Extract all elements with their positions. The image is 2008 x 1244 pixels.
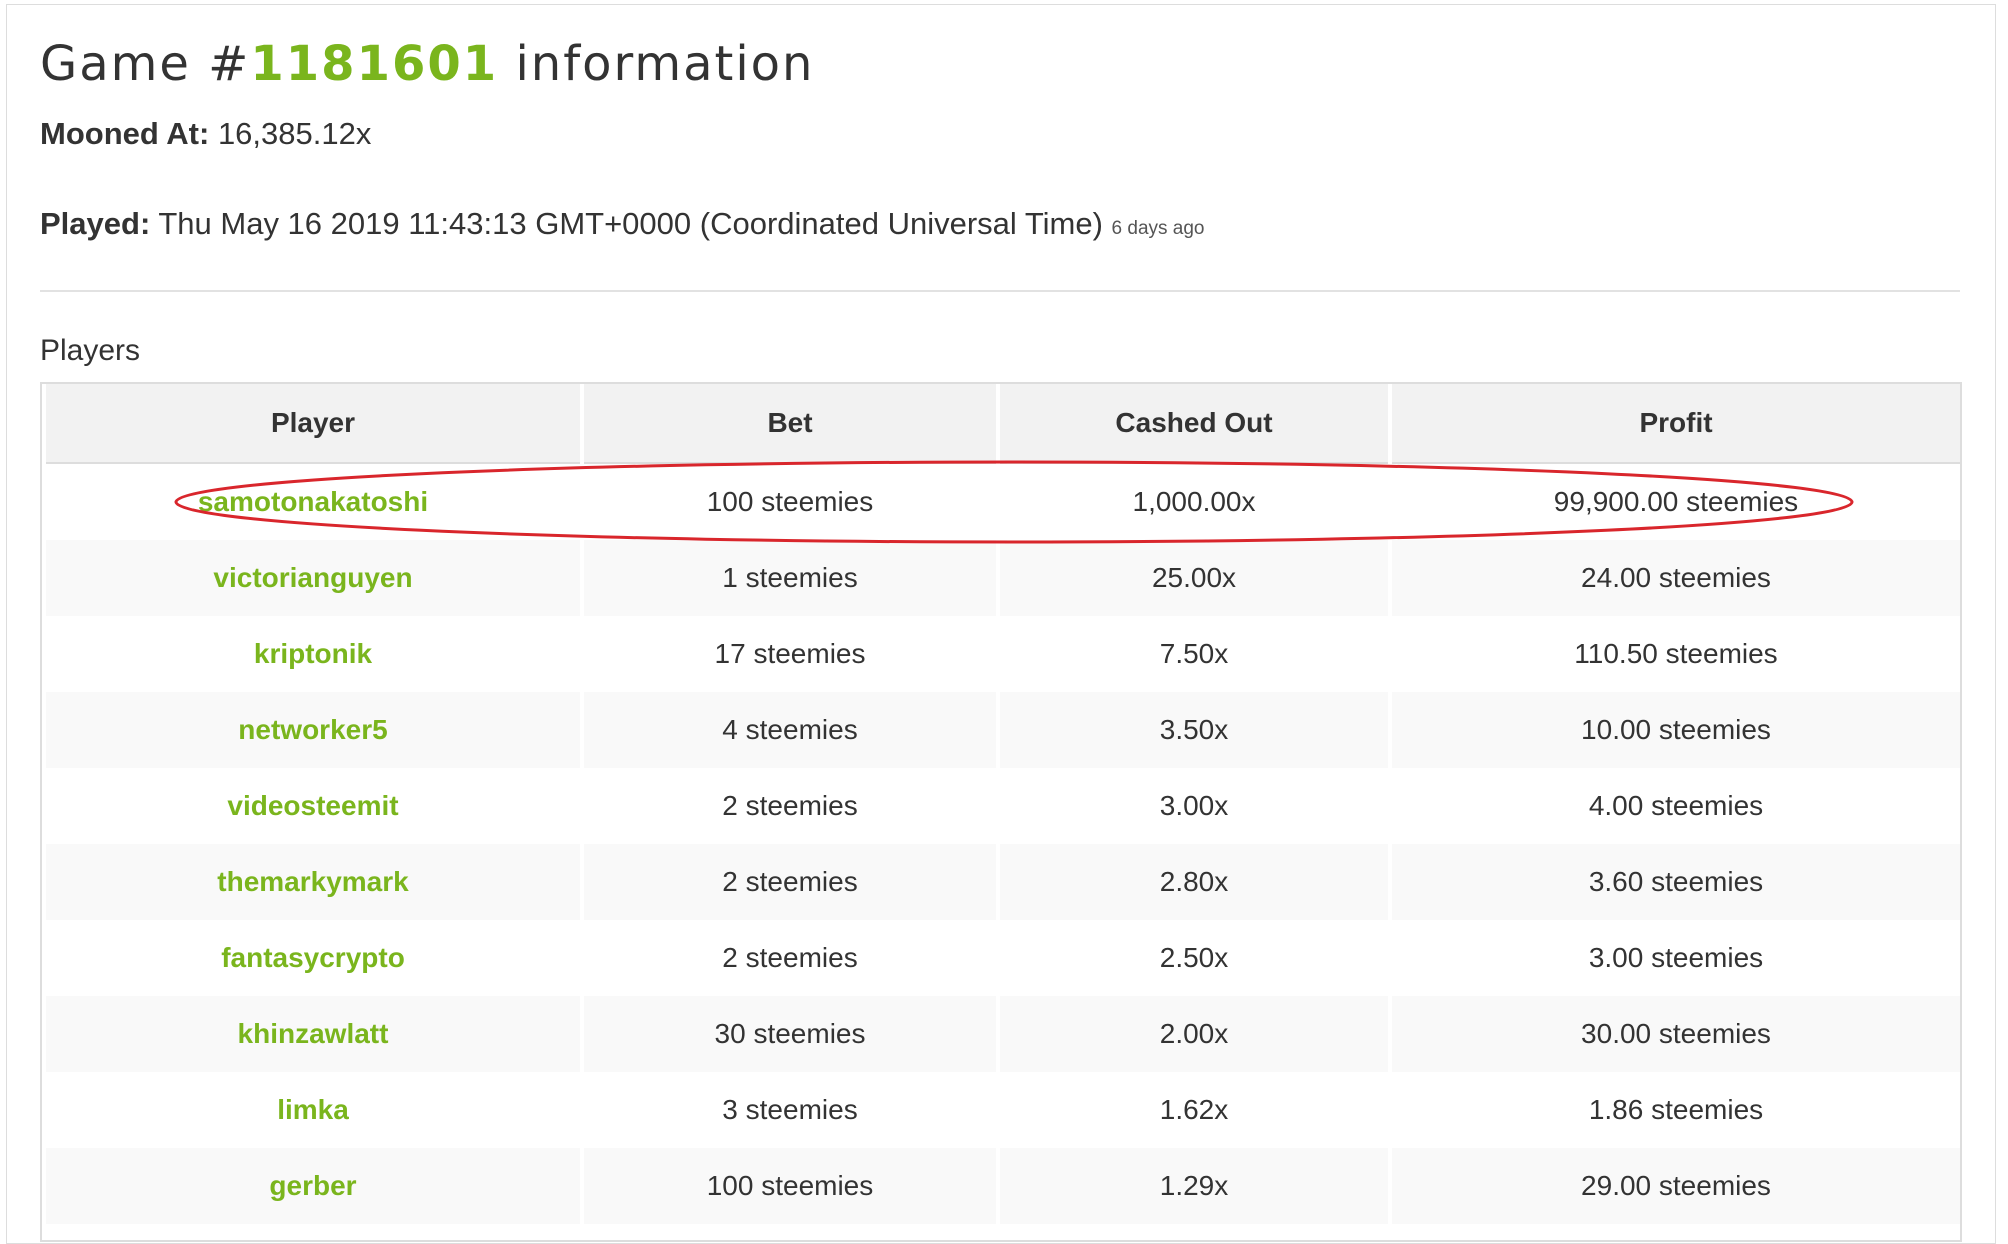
profit-cell: 110.50 steemies xyxy=(1392,616,1960,692)
profit-cell: 24.00 steemies xyxy=(1392,540,1960,616)
bet-cell: 30 steemies xyxy=(584,996,996,1072)
table-row: limka 3 steemies 1.62x 1.86 steemies xyxy=(46,1072,1960,1148)
player-cell: videosteemit xyxy=(46,768,580,844)
table-row: networker5 4 steemies 3.50x 10.00 steemi… xyxy=(46,692,1960,768)
column-header-bet[interactable]: Bet xyxy=(584,384,996,464)
player-cell: themarkymark xyxy=(46,844,580,920)
player-link[interactable]: samotonakatoshi xyxy=(198,486,428,517)
table-row: samotonakatoshi 100 steemies 1,000.00x 9… xyxy=(46,464,1960,540)
profit-cell: 30.00 steemies xyxy=(1392,996,1960,1072)
bet-cell: 2 steemies xyxy=(584,844,996,920)
profit-cell: 3.00 steemies xyxy=(1392,920,1960,996)
cashed-out-cell: 1.62x xyxy=(1000,1072,1388,1148)
table-row: videosteemit 2 steemies 3.00x 4.00 steem… xyxy=(46,768,1960,844)
table-row: victorianguyen 1 steemies 25.00x 24.00 s… xyxy=(46,540,1960,616)
played-relative-time: 6 days ago xyxy=(1111,218,1205,239)
bet-cell: 3 steemies xyxy=(584,1072,996,1148)
bet-cell: 2 steemies xyxy=(584,768,996,844)
title-prefix: Game # xyxy=(40,36,251,92)
player-link[interactable]: victorianguyen xyxy=(213,562,412,593)
profit-cell: 99,900.00 steemies xyxy=(1392,464,1960,540)
player-link[interactable]: themarkymark xyxy=(217,866,408,897)
played-value: Thu May 16 2019 11:43:13 GMT+0000 (Coord… xyxy=(158,206,1103,241)
cashed-out-cell: 2.50x xyxy=(1000,920,1388,996)
players-table: Player Bet Cashed Out Profit samotonakat… xyxy=(42,384,1960,1224)
cashed-out-cell: 25.00x xyxy=(1000,540,1388,616)
table-row: gerber 100 steemies 1.29x 29.00 steemies xyxy=(46,1148,1960,1224)
player-cell: gerber xyxy=(46,1148,580,1224)
bet-cell: 1 steemies xyxy=(584,540,996,616)
section-divider xyxy=(40,290,1960,292)
bet-cell: 100 steemies xyxy=(584,1148,996,1224)
table-row: kriptonik 17 steemies 7.50x 110.50 steem… xyxy=(46,616,1960,692)
player-cell: samotonakatoshi xyxy=(46,464,580,540)
column-header-cashed-out[interactable]: Cashed Out xyxy=(1000,384,1388,464)
player-link[interactable]: khinzawlatt xyxy=(238,1018,389,1049)
mooned-at-line: Mooned At: 16,385.12x xyxy=(40,116,371,152)
player-cell: limka xyxy=(46,1072,580,1148)
player-link[interactable]: kriptonik xyxy=(254,638,372,669)
players-section-title: Players xyxy=(40,334,141,367)
profit-cell: 4.00 steemies xyxy=(1392,768,1960,844)
player-link[interactable]: videosteemit xyxy=(227,790,398,821)
bet-cell: 2 steemies xyxy=(584,920,996,996)
played-line: Played: Thu May 16 2019 11:43:13 GMT+000… xyxy=(40,206,1205,242)
table-row: fantasycrypto 2 steemies 2.50x 3.00 stee… xyxy=(46,920,1960,996)
table-row: khinzawlatt 30 steemies 2.00x 30.00 stee… xyxy=(46,996,1960,1072)
player-link[interactable]: networker5 xyxy=(238,714,387,745)
cashed-out-cell: 2.00x xyxy=(1000,996,1388,1072)
column-header-profit[interactable]: Profit xyxy=(1392,384,1960,464)
bet-cell: 17 steemies xyxy=(584,616,996,692)
profit-cell: 3.60 steemies xyxy=(1392,844,1960,920)
player-link[interactable]: fantasycrypto xyxy=(221,942,405,973)
game-id: 1181601 xyxy=(250,36,499,92)
player-cell: khinzawlatt xyxy=(46,996,580,1072)
cashed-out-cell: 1.29x xyxy=(1000,1148,1388,1224)
players-table-container: Player Bet Cashed Out Profit samotonakat… xyxy=(40,382,1962,1242)
title-suffix: information xyxy=(515,36,815,92)
profit-cell: 29.00 steemies xyxy=(1392,1148,1960,1224)
player-link[interactable]: gerber xyxy=(269,1170,356,1201)
profit-cell: 1.86 steemies xyxy=(1392,1072,1960,1148)
player-cell: victorianguyen xyxy=(46,540,580,616)
player-link[interactable]: limka xyxy=(277,1094,349,1125)
cashed-out-cell: 2.80x xyxy=(1000,844,1388,920)
cashed-out-cell: 1,000.00x xyxy=(1000,464,1388,540)
mooned-at-label: Mooned At: xyxy=(40,116,210,151)
player-cell: networker5 xyxy=(46,692,580,768)
mooned-at-value: 16,385.12x xyxy=(217,116,372,151)
cashed-out-cell: 7.50x xyxy=(1000,616,1388,692)
player-cell: fantasycrypto xyxy=(46,920,580,996)
table-row: themarkymark 2 steemies 2.80x 3.60 steem… xyxy=(46,844,1960,920)
page-title: Game #1181601 information xyxy=(40,36,814,92)
column-header-player[interactable]: Player xyxy=(46,384,580,464)
bet-cell: 4 steemies xyxy=(584,692,996,768)
player-cell: kriptonik xyxy=(46,616,580,692)
cashed-out-cell: 3.00x xyxy=(1000,768,1388,844)
played-label: Played: xyxy=(40,206,151,241)
profit-cell: 10.00 steemies xyxy=(1392,692,1960,768)
cashed-out-cell: 3.50x xyxy=(1000,692,1388,768)
bet-cell: 100 steemies xyxy=(584,464,996,540)
table-header-row: Player Bet Cashed Out Profit xyxy=(46,384,1960,464)
